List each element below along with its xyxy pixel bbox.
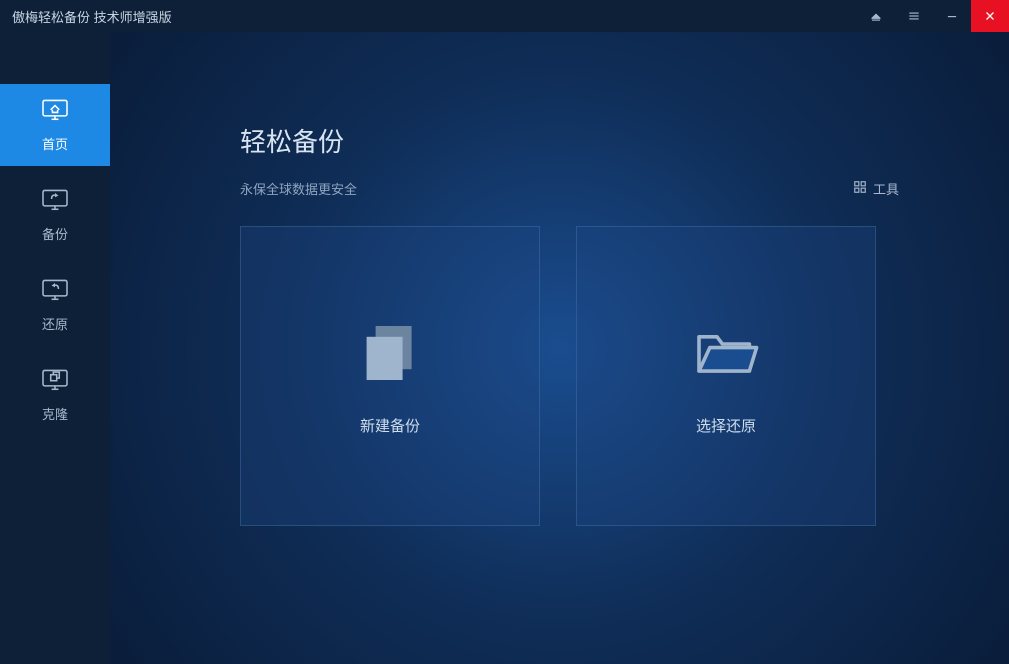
sidebar-item-clone[interactable]: 克隆 (0, 354, 110, 436)
sidebar-item-backup[interactable]: 备份 (0, 174, 110, 256)
card-label: 新建备份 (360, 415, 420, 436)
folder-open-icon (690, 317, 762, 389)
minimize-icon[interactable] (933, 0, 971, 32)
sidebar-item-restore[interactable]: 还原 (0, 264, 110, 346)
cards-row: 新建备份 选择还原 (240, 226, 899, 526)
upgrade-icon[interactable] (857, 0, 895, 32)
tools-label: 工具 (873, 179, 899, 198)
page-subtitle: 永保全球数据更安全 (240, 179, 357, 198)
titlebar: 傲梅轻松备份 技术师增强版 (0, 0, 1009, 32)
sidebar-item-label: 克隆 (42, 404, 68, 423)
tools-button[interactable]: 工具 (853, 179, 899, 198)
monitor-backup-icon (41, 187, 69, 216)
card-new-backup[interactable]: 新建备份 (240, 226, 540, 526)
sidebar-item-label: 备份 (42, 224, 68, 243)
card-select-restore[interactable]: 选择还原 (576, 226, 876, 526)
monitor-restore-icon (41, 277, 69, 306)
page-title: 轻松备份 (240, 122, 899, 159)
monitor-clone-icon (41, 367, 69, 396)
sidebar-item-label: 还原 (42, 314, 68, 333)
grid-icon (853, 180, 867, 197)
sidebar-item-home[interactable]: 首页 (0, 84, 110, 166)
app-title: 傲梅轻松备份 技术师增强版 (12, 7, 857, 26)
monitor-home-icon (41, 97, 69, 126)
card-label: 选择还原 (696, 415, 756, 436)
main-content: 轻松备份 永保全球数据更安全 工具 (110, 32, 1009, 664)
stacked-files-icon (354, 317, 426, 389)
sidebar: 首页 备份 (0, 32, 110, 664)
titlebar-buttons (857, 0, 1009, 32)
close-icon[interactable] (971, 0, 1009, 32)
sidebar-item-label: 首页 (42, 134, 68, 153)
menu-icon[interactable] (895, 0, 933, 32)
